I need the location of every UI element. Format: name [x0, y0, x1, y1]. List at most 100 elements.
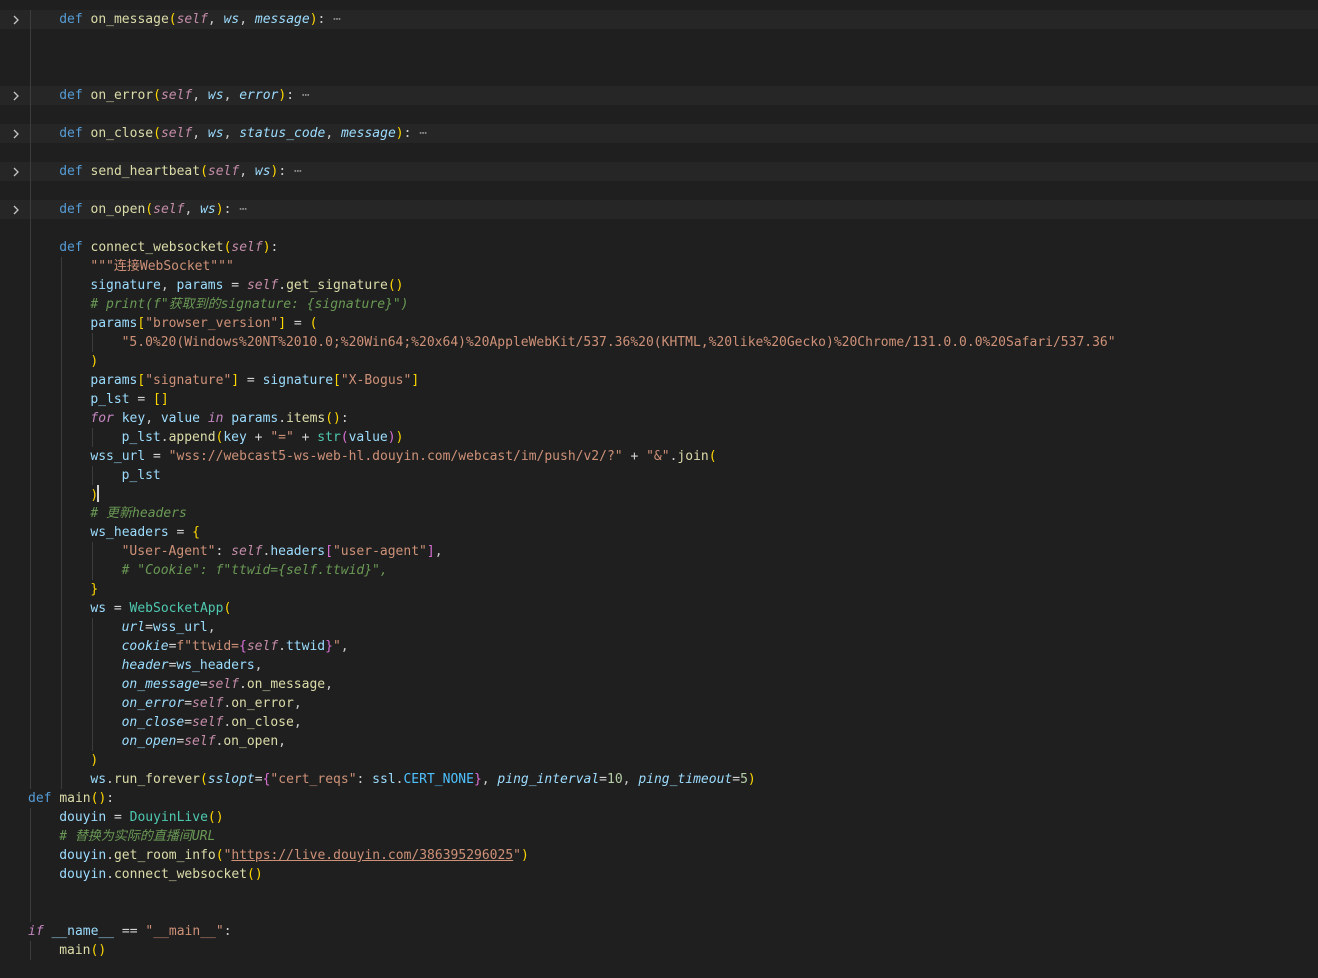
code-token: = — [106, 810, 130, 825]
code-line[interactable]: # 替换为实际的直播间URL — [0, 827, 1318, 846]
code-line[interactable]: "5.0%20(Windows%20NT%2010.0;%20Win64;%20… — [0, 333, 1318, 352]
code-line[interactable]: } — [0, 580, 1318, 599]
code-line[interactable]: on_close=self.on_close, — [0, 713, 1318, 732]
code-token: + — [293, 430, 318, 445]
code-line[interactable]: # "Cookie": f"ttwid={self.ttwid}", — [0, 561, 1318, 580]
code-line[interactable]: if __name__ == "__main__": — [0, 922, 1318, 941]
code-line[interactable] — [0, 884, 1318, 903]
code-line[interactable]: header=ws_headers, — [0, 656, 1318, 675]
code-line[interactable]: wss_url = "wss://webcast5-ws-web-hl.douy… — [0, 447, 1318, 466]
code-token: main — [59, 791, 91, 806]
code-token: , — [192, 126, 208, 141]
code-line[interactable]: signature, params = self.get_signature() — [0, 276, 1318, 295]
code-token: : — [215, 544, 232, 559]
code-text: p_lst = [] — [90, 390, 168, 409]
code-line[interactable]: url=wss_url, — [0, 618, 1318, 637]
code-token: ( — [153, 126, 161, 141]
chevron-right-icon[interactable] — [10, 90, 22, 102]
code-line[interactable]: cookie=f"ttwid={self.ttwid}", — [0, 637, 1318, 656]
chevron-right-icon[interactable] — [10, 14, 22, 26]
code-token: ) — [215, 202, 224, 217]
code-token: headers — [270, 544, 326, 559]
code-token: run_forever — [113, 772, 200, 787]
text-cursor — [97, 485, 100, 502]
code-token: ws — [90, 601, 107, 616]
code-line[interactable]: douyin.connect_websocket() — [0, 865, 1318, 884]
code-line[interactable]: p_lst — [0, 466, 1318, 485]
code-token: [ — [333, 373, 341, 388]
code-line[interactable] — [0, 143, 1318, 162]
code-line[interactable]: def on_close(self, ws, status_code, mess… — [0, 124, 1318, 143]
code-line[interactable] — [0, 29, 1318, 48]
code-editor[interactable]: def on_message(self, ws, message): ⋯ def … — [0, 0, 1318, 978]
code-line[interactable]: main() — [0, 941, 1318, 960]
indent-guide — [92, 428, 94, 447]
code-line[interactable]: """连接WebSocket""" — [0, 257, 1318, 276]
code-line[interactable]: params["signature"] = signature["X-Bogus… — [0, 371, 1318, 390]
folded-ellipsis[interactable]: ⋯ — [286, 164, 302, 179]
chevron-right-icon[interactable] — [10, 204, 22, 216]
code-line[interactable]: def on_open(self, ws): ⋯ — [0, 200, 1318, 219]
code-line[interactable]: p_lst = [] — [0, 390, 1318, 409]
code-token: ( — [200, 164, 208, 179]
code-token: = — [223, 278, 247, 293]
code-line[interactable]: ws = WebSocketApp( — [0, 599, 1318, 618]
code-token: self — [207, 164, 240, 179]
chevron-right-icon[interactable] — [10, 166, 22, 178]
code-token: ] — [426, 544, 435, 559]
code-line[interactable]: # print(f"获取到的signature: {signature}") — [0, 295, 1318, 314]
indent-guide — [92, 618, 94, 751]
code-token: cookie — [121, 639, 169, 654]
folded-ellipsis[interactable]: ⋯ — [294, 88, 310, 103]
code-token: ( — [199, 772, 208, 787]
code-line[interactable]: for key, value in params.items(): — [0, 409, 1318, 428]
code-line[interactable] — [0, 219, 1318, 238]
code-token: : — [356, 772, 373, 787]
code-token: sslopt — [207, 772, 255, 787]
code-token: , — [293, 715, 302, 730]
code-line[interactable] — [0, 67, 1318, 86]
code-line[interactable]: douyin = DouyinLive() — [0, 808, 1318, 827]
code-line[interactable] — [0, 48, 1318, 67]
code-token: self — [246, 278, 279, 293]
code-line[interactable]: def on_message(self, ws, message): ⋯ — [0, 10, 1318, 29]
code-line[interactable]: on_error=self.on_error, — [0, 694, 1318, 713]
code-token: DouyinLive — [129, 810, 208, 825]
folded-ellipsis[interactable]: ⋯ — [411, 126, 427, 141]
code-text: ) — [90, 485, 100, 505]
code-line[interactable] — [0, 105, 1318, 124]
code-line[interactable]: on_message=self.on_message, — [0, 675, 1318, 694]
code-line[interactable]: ws_headers = { — [0, 523, 1318, 542]
code-line[interactable]: def send_heartbeat(self, ws): ⋯ — [0, 162, 1318, 181]
code-line[interactable]: params["browser_version"] = ( — [0, 314, 1318, 333]
code-line[interactable]: douyin.get_room_info("https://live.douyi… — [0, 846, 1318, 865]
chevron-right-icon[interactable] — [10, 128, 22, 140]
code-token: self — [231, 544, 263, 559]
code-token: get_room_info — [113, 848, 216, 863]
code-token: url — [121, 620, 146, 635]
code-token: ping_timeout — [638, 772, 733, 787]
code-token: , — [192, 88, 208, 103]
code-token: ( — [145, 202, 154, 217]
code-token: on_error — [90, 88, 154, 103]
code-token: { — [192, 525, 200, 540]
code-line[interactable]: ) — [0, 352, 1318, 371]
code-line[interactable]: ) — [0, 751, 1318, 770]
code-line[interactable]: "User-Agent": self.headers["user-agent"]… — [0, 542, 1318, 561]
code-line[interactable]: ws.run_forever(sslopt={"cert_reqs": ssl.… — [0, 770, 1318, 789]
code-line[interactable]: p_lst.append(key + "=" + str(value)) — [0, 428, 1318, 447]
code-line[interactable] — [0, 903, 1318, 922]
folded-ellipsis[interactable]: ⋯ — [325, 12, 341, 27]
code-line[interactable]: def connect_websocket(self): — [0, 238, 1318, 257]
folded-ellipsis[interactable]: ⋯ — [231, 202, 247, 217]
code-line[interactable]: # 更新headers — [0, 504, 1318, 523]
code-line[interactable]: def main(): — [0, 789, 1318, 808]
code-line[interactable] — [0, 181, 1318, 200]
code-token: ws — [207, 88, 224, 103]
code-token: = — [286, 316, 310, 331]
code-token: connect_websocket — [113, 867, 248, 882]
code-line[interactable]: def on_error(self, ws, error): ⋯ — [0, 86, 1318, 105]
code-line[interactable]: ) — [0, 485, 1318, 504]
code-line[interactable]: on_open=self.on_open, — [0, 732, 1318, 751]
